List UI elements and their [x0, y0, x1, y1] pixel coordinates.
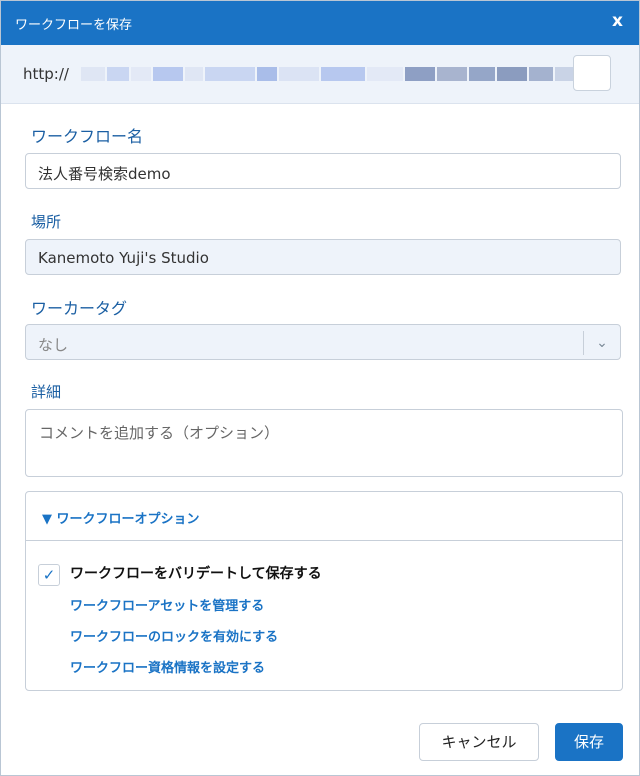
validate-and-save-label[interactable]: ワークフローをバリデートして保存する	[70, 563, 322, 583]
enable-lock-link[interactable]: ワークフローのロックを有効にする	[70, 626, 278, 645]
url-bar: http://	[1, 45, 639, 104]
location-label: 場所	[31, 213, 62, 231]
chevron-down-icon[interactable]: ⌄	[583, 331, 620, 355]
dialog-title: ワークフローを保存	[15, 18, 133, 33]
dialog-title-bar: ワークフローを保存 x	[1, 1, 639, 45]
workflow-name-input[interactable]: 法人番号検索demo	[25, 153, 621, 189]
manage-assets-link[interactable]: ワークフローアセットを管理する	[70, 595, 264, 614]
save-workflow-dialog: ワークフローを保存 x http:// ワークフロー名 法人番号検索demo 場	[0, 0, 640, 776]
url-text: http://	[23, 65, 69, 83]
location-field: Kanemoto Yuji's Studio	[25, 239, 621, 275]
worker-tag-value: なし	[38, 336, 69, 354]
url-action-button[interactable]	[573, 55, 611, 91]
workflow-options-panel: ▼ ワークフローオプション ✓ ワークフローをバリデートして保存する ワークフロ…	[25, 491, 623, 691]
worker-tag-label: ワーカータグ	[31, 299, 128, 318]
details-label: 詳細	[31, 383, 62, 401]
worker-tag-select[interactable]: なし ⌄	[25, 324, 621, 360]
details-textarea[interactable]: コメントを追加する（オプション）	[25, 409, 623, 477]
set-credentials-link[interactable]: ワークフロー資格情報を設定する	[70, 657, 265, 676]
checkmark-icon[interactable]: ✓	[38, 564, 60, 586]
workflow-options-title: ▼ ワークフローオプション	[42, 512, 200, 527]
close-icon[interactable]: x	[612, 11, 623, 31]
save-button[interactable]: 保存	[555, 723, 623, 761]
workflow-options-header[interactable]: ▼ ワークフローオプション	[26, 492, 622, 541]
cancel-button[interactable]: キャンセル	[419, 723, 539, 761]
workflow-name-label: ワークフロー名	[31, 127, 144, 146]
